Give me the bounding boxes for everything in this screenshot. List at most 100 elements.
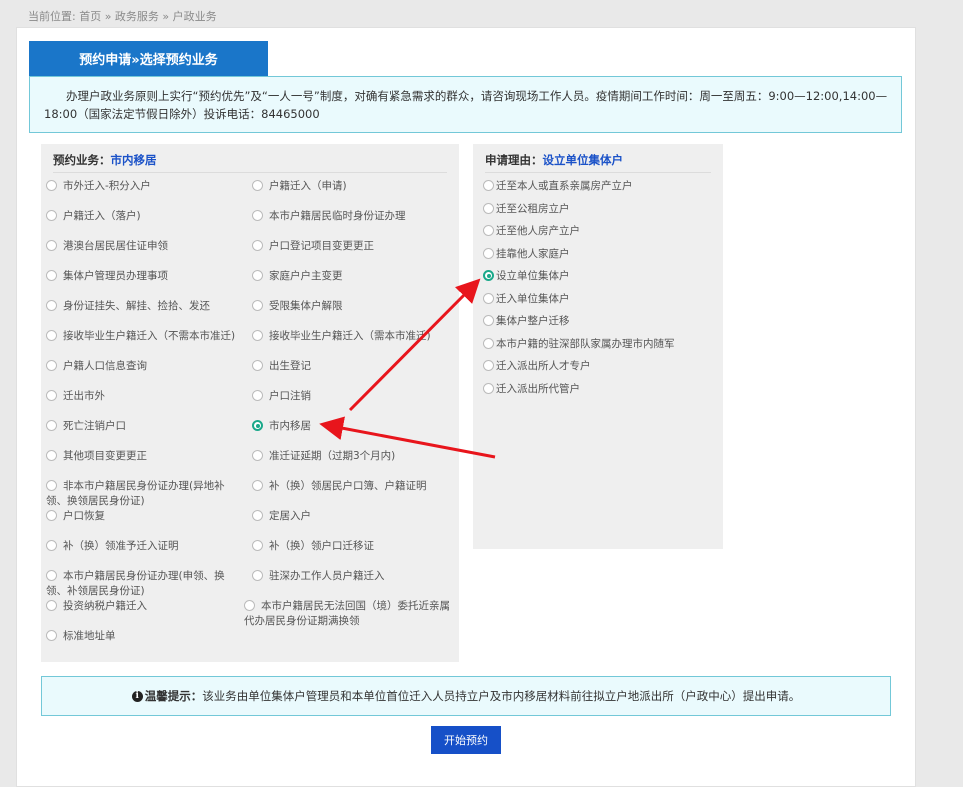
radio-option[interactable]: 出生登记	[252, 359, 452, 374]
radio-unchecked-icon[interactable]	[252, 540, 263, 551]
radio-option[interactable]: 家庭户户主变更	[252, 269, 452, 284]
radio-unchecked-icon[interactable]	[46, 570, 57, 581]
radio-option[interactable]: 户口注销	[252, 389, 452, 404]
radio-option[interactable]: 集体户管理员办理事项	[46, 269, 236, 284]
radio-option-label: 接收毕业生户籍迁入（不需本市准迁)	[63, 330, 236, 342]
radio-unchecked-icon[interactable]	[46, 270, 57, 281]
radio-unchecked-icon[interactable]	[252, 360, 263, 371]
radio-unchecked-icon[interactable]	[46, 180, 57, 191]
radio-unchecked-icon[interactable]	[483, 360, 494, 371]
radio-unchecked-icon[interactable]	[252, 330, 263, 341]
radio-unchecked-icon[interactable]	[244, 600, 255, 611]
radio-unchecked-icon[interactable]	[252, 510, 263, 521]
radio-unchecked-icon[interactable]	[252, 300, 263, 311]
radio-option[interactable]: 市外迁入-积分入户	[46, 179, 236, 194]
radio-unchecked-icon[interactable]	[252, 570, 263, 581]
radio-option[interactable]: 迁入单位集体户	[483, 292, 713, 307]
radio-option-label: 补（换）领户口迁移证	[269, 540, 374, 552]
radio-unchecked-icon[interactable]	[252, 210, 263, 221]
radio-option-label: 出生登记	[269, 360, 311, 372]
radio-option[interactable]: 户籍人口信息查询	[46, 359, 236, 374]
radio-option[interactable]: 身份证挂失、解挂、捡拾、发还	[46, 299, 236, 314]
radio-unchecked-icon[interactable]	[483, 292, 494, 304]
info-icon: i	[131, 690, 143, 702]
radio-option[interactable]: 其他项目变更更正	[46, 449, 236, 464]
business-label: 预约业务：	[53, 153, 111, 167]
radio-unchecked-icon[interactable]	[46, 420, 57, 431]
radio-option[interactable]: 补（换）领居民户口簿、户籍证明	[252, 479, 452, 494]
radio-option[interactable]: 挂靠他人家庭户	[483, 247, 713, 262]
radio-checked-icon[interactable]	[252, 420, 263, 431]
radio-unchecked-icon[interactable]	[252, 180, 263, 191]
reason-header: 申请理由：设立单位集体户	[485, 152, 711, 173]
radio-option[interactable]: 本市户籍居民临时身份证办理	[252, 209, 452, 224]
radio-option-label: 户籍迁入（申请)	[269, 180, 347, 192]
radio-option[interactable]: 补（换）领户口迁移证	[252, 539, 452, 554]
radio-option[interactable]: 补（换）领准予迁入证明	[46, 539, 236, 554]
radio-option[interactable]: 迁至他人房产立户	[483, 224, 713, 239]
radio-unchecked-icon[interactable]	[483, 337, 494, 349]
radio-unchecked-icon[interactable]	[46, 450, 57, 461]
radio-option[interactable]: 迁至公租房立户	[483, 202, 713, 217]
radio-unchecked-icon[interactable]	[46, 240, 57, 251]
radio-unchecked-icon[interactable]	[46, 480, 57, 491]
radio-option[interactable]: 市内移居	[252, 419, 452, 434]
radio-unchecked-icon[interactable]	[252, 450, 263, 461]
radio-unchecked-icon[interactable]	[46, 540, 57, 551]
radio-option[interactable]: 投资纳税户籍迁入	[46, 599, 236, 614]
radio-unchecked-icon[interactable]	[252, 390, 263, 401]
radio-option[interactable]: 迁至本人或直系亲属房产立户	[483, 179, 713, 194]
radio-option[interactable]: 集体户整户迁移	[483, 314, 713, 329]
radio-unchecked-icon[interactable]	[483, 202, 494, 214]
radio-option[interactable]: 准迁证延期（过期3个月内)	[252, 449, 452, 464]
radio-option-label: 定居入户	[269, 510, 311, 522]
radio-option[interactable]: 死亡注销户口	[46, 419, 236, 434]
radio-option[interactable]: 户籍迁入（申请)	[252, 179, 452, 194]
tab-select-business[interactable]: 预约申请»选择预约业务	[29, 41, 268, 76]
radio-unchecked-icon[interactable]	[252, 270, 263, 281]
radio-option-label: 本市户籍居民临时身份证办理	[269, 210, 406, 222]
breadcrumb: 当前位置: 首页 » 政务服务 » 户政业务	[28, 10, 217, 23]
radio-unchecked-icon[interactable]	[46, 330, 57, 341]
radio-unchecked-icon[interactable]	[46, 210, 57, 221]
radio-option[interactable]: 户口登记项目变更更正	[252, 239, 452, 254]
radio-option[interactable]: 迁入派出所人才专户	[483, 359, 713, 374]
radio-unchecked-icon[interactable]	[483, 382, 494, 394]
radio-option[interactable]: 标准地址单	[46, 629, 236, 644]
radio-option[interactable]: 接收毕业生户籍迁入（需本市准迁)	[252, 329, 452, 344]
radio-option-label: 非本市户籍居民身份证办理(异地补领、换领居民身份证)	[46, 480, 225, 507]
radio-unchecked-icon[interactable]	[483, 225, 494, 236]
radio-option[interactable]: 户籍迁入（落户)	[46, 209, 236, 224]
radio-unchecked-icon[interactable]	[46, 510, 57, 521]
radio-option-label: 其他项目变更更正	[63, 450, 147, 462]
radio-option-label: 迁入单位集体户	[496, 292, 570, 305]
radio-option[interactable]: 本市户籍居民身份证办理(申领、换领、补领居民身份证)	[46, 569, 236, 599]
radio-option[interactable]: 户口恢复	[46, 509, 236, 524]
radio-option-label: 迁入派出所代管户	[496, 382, 580, 395]
radio-option[interactable]: 迁出市外	[46, 389, 236, 404]
radio-option[interactable]: 设立单位集体户	[483, 269, 713, 284]
radio-unchecked-icon[interactable]	[46, 630, 57, 641]
radio-unchecked-icon[interactable]	[252, 480, 263, 491]
radio-option-label: 迁入派出所人才专户	[496, 360, 591, 372]
radio-unchecked-icon[interactable]	[483, 247, 494, 259]
radio-option[interactable]: 受限集体户解限	[252, 299, 452, 314]
radio-unchecked-icon[interactable]	[46, 600, 57, 611]
radio-option[interactable]: 本市户籍居民无法回国（境）委托近亲属代办居民身份证期满换领	[244, 599, 452, 629]
start-appointment-button[interactable]: 开始预约	[431, 726, 501, 754]
radio-unchecked-icon[interactable]	[46, 360, 57, 371]
reason-selected-value: 设立单位集体户	[542, 153, 624, 167]
radio-option[interactable]: 接收毕业生户籍迁入（不需本市准迁)	[46, 329, 236, 344]
radio-checked-icon[interactable]	[483, 270, 494, 281]
radio-unchecked-icon[interactable]	[252, 240, 263, 251]
radio-option[interactable]: 定居入户	[252, 509, 452, 524]
radio-option[interactable]: 本市户籍的驻深部队家属办理市内随军	[483, 337, 713, 352]
radio-unchecked-icon[interactable]	[46, 390, 57, 401]
radio-unchecked-icon[interactable]	[483, 315, 494, 326]
radio-option[interactable]: 迁入派出所代管户	[483, 382, 713, 397]
radio-option[interactable]: 港澳台居民居住证申领	[46, 239, 236, 254]
radio-option[interactable]: 驻深办工作人员户籍迁入	[252, 569, 452, 584]
radio-unchecked-icon[interactable]	[483, 180, 494, 191]
radio-option[interactable]: 非本市户籍居民身份证办理(异地补领、换领居民身份证)	[46, 479, 236, 509]
radio-unchecked-icon[interactable]	[46, 300, 57, 311]
